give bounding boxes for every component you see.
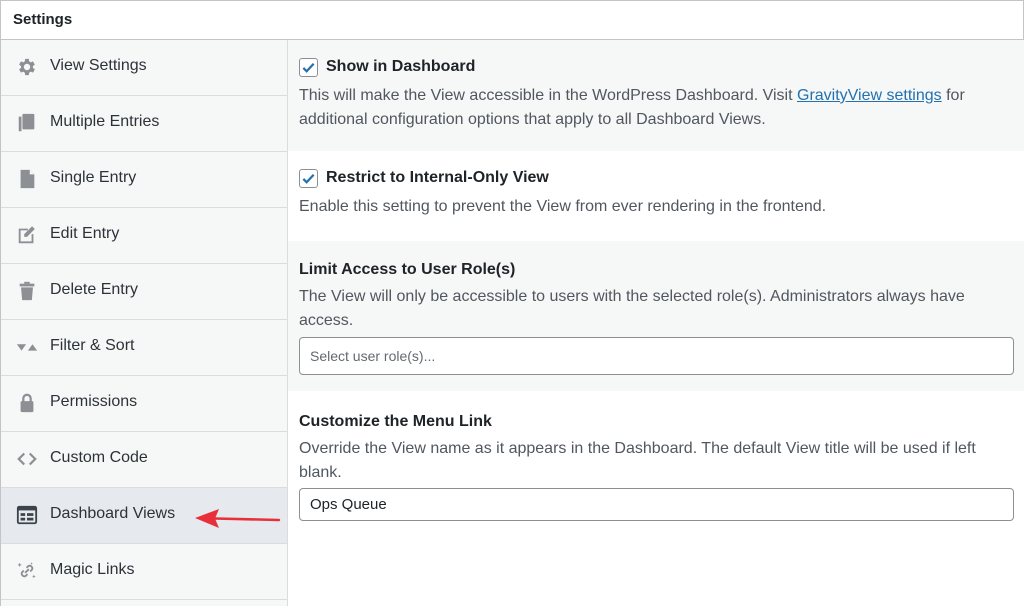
lock-icon (16, 392, 38, 414)
limit-access-description: The View will only be accessible to user… (299, 288, 965, 329)
sidebar-item-custom-code[interactable]: Custom Code (1, 432, 287, 488)
limit-access-section: Limit Access to User Role(s) The View wi… (288, 241, 1024, 391)
show-in-dashboard-section: Show in Dashboard This will make the Vie… (288, 40, 1024, 151)
sidebar-item-delete-entry[interactable]: Delete Entry (1, 264, 287, 320)
edit-icon (16, 224, 38, 246)
sidebar-item-label: Custom Code (50, 449, 148, 466)
show-in-dashboard-row[interactable]: Show in Dashboard (299, 58, 719, 80)
sidebar-item-label: Delete Entry (50, 281, 139, 298)
checkmark-icon (302, 173, 315, 184)
sidebar-item-edit-entry[interactable]: Edit Entry (1, 208, 287, 264)
sidebar-item-label: View Settings (50, 57, 147, 74)
annotation-arrow (195, 509, 281, 528)
magic-link-icon (16, 560, 38, 582)
sidebar-item-label: Permissions (50, 393, 138, 410)
sidebar-item-label: Edit Entry (50, 225, 120, 242)
restrict-internal-row[interactable]: Restrict to Internal-Only View (299, 169, 719, 191)
sidebar-item-label: Dashboard Views (50, 505, 176, 522)
sidebar-item-view-settings[interactable]: View Settings (1, 40, 287, 96)
dashboard-table-icon (16, 504, 38, 526)
show-in-dashboard-description: This will make the View accessible in th… (299, 87, 965, 128)
restrict-internal-section: Restrict to Internal-Only View Enable th… (288, 151, 1024, 241)
panel-header: Settings (1, 1, 1023, 40)
menu-link-title: Customize the Menu Link (299, 413, 492, 430)
document-icon (16, 168, 38, 190)
sidebar-item-label: Single Entry (50, 169, 137, 186)
settings-content: Show in Dashboard This will make the Vie… (288, 40, 1024, 606)
sidebar-item-permissions[interactable]: Permissions (1, 376, 287, 432)
limit-access-title: Limit Access to User Role(s) (299, 261, 516, 278)
restrict-internal-description: Enable this setting to prevent the View … (299, 198, 827, 215)
sidebar-item-multiple-entries[interactable]: Multiple Entries (1, 96, 287, 152)
sidebar-item-magic-links[interactable]: Magic Links (1, 544, 287, 600)
gear-icon (16, 56, 38, 78)
show-in-dashboard-label: Show in Dashboard (326, 58, 476, 75)
sidebar-item-filter-sort[interactable]: Filter & Sort (1, 320, 287, 376)
settings-panel: Settings View Settings Multiple Entries … (0, 0, 1024, 606)
sidebar-item-label: Multiple Entries (50, 113, 160, 130)
menu-link-input[interactable] (299, 488, 1014, 521)
checkmark-icon (302, 62, 315, 73)
show-in-dashboard-checkbox[interactable] (299, 58, 318, 77)
sidebar-item-label: Filter & Sort (50, 337, 135, 354)
sidebar-item-single-entry[interactable]: Single Entry (1, 152, 287, 208)
restrict-internal-checkbox[interactable] (299, 169, 318, 188)
user-roles-select[interactable] (299, 337, 1014, 375)
menu-link-section: Customize the Menu Link Override the Vie… (288, 391, 1024, 606)
code-icon (16, 448, 38, 470)
restrict-internal-label: Restrict to Internal-Only View (326, 169, 549, 186)
sidebar-item-label: Magic Links (50, 561, 135, 578)
menu-link-description: Override the View name as it appears in … (299, 440, 976, 481)
panel-title: Settings (13, 11, 73, 28)
gravityview-settings-link[interactable]: GravityView settings (797, 87, 942, 104)
copy-icon (16, 112, 38, 134)
filter-sort-icon (16, 336, 38, 358)
trash-icon (16, 280, 38, 302)
